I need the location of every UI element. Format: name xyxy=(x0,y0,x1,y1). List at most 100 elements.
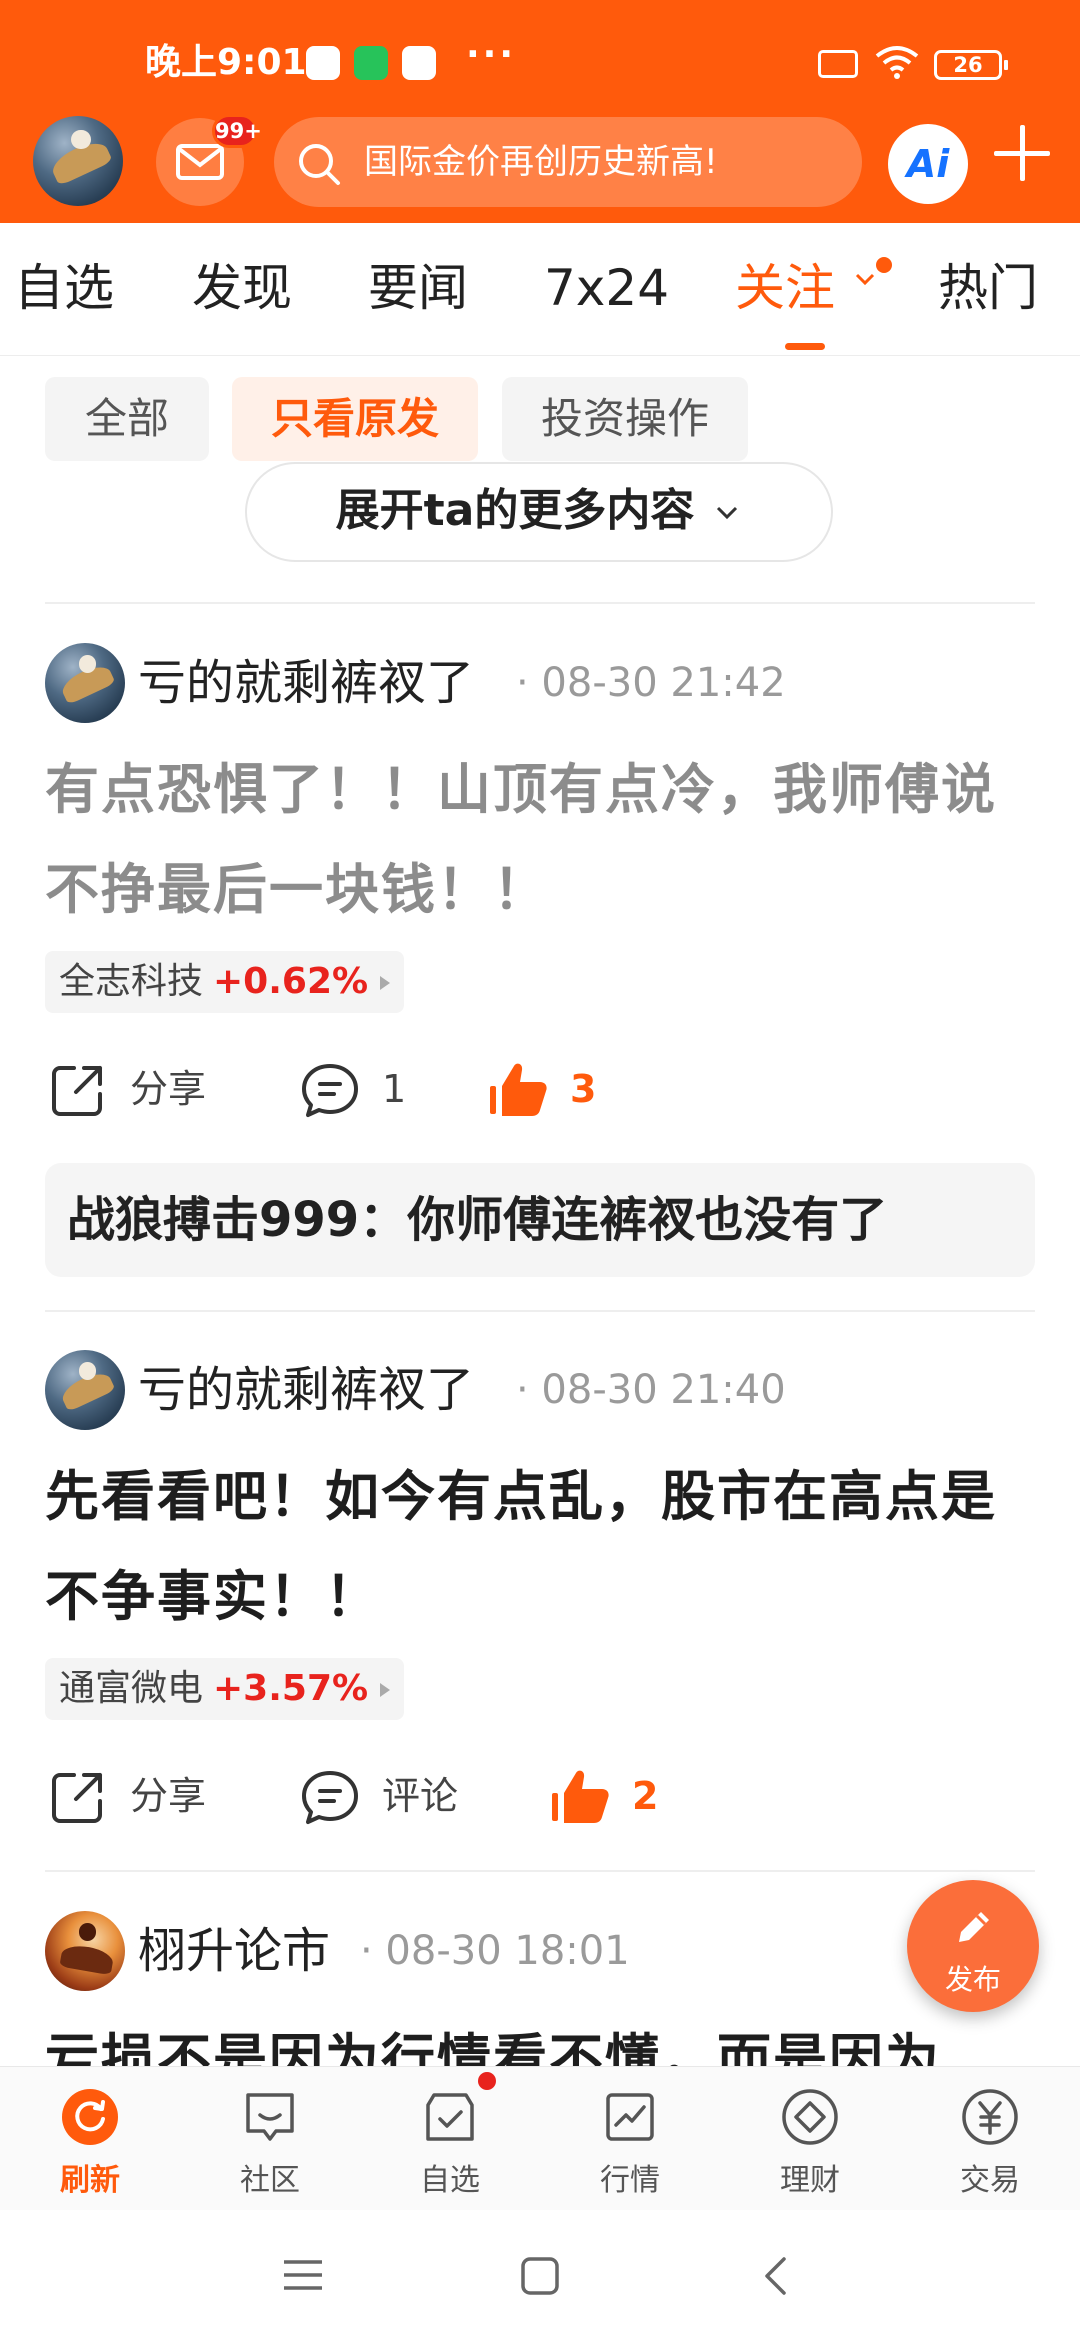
menu-icon[interactable] xyxy=(282,2258,324,2292)
author-avatar[interactable] xyxy=(45,643,125,723)
nav-label: 理财 xyxy=(780,2163,840,2198)
watchlist-notification-dot xyxy=(478,2072,496,2090)
divider xyxy=(45,602,1035,604)
post-text[interactable]: 有点恐惧了！！山顶有点冷，我师傅说不挣最后一块钱！！ xyxy=(45,740,1035,940)
nav-trade[interactable]: 交易 xyxy=(900,2067,1080,2211)
tab-notification-dot xyxy=(876,257,892,273)
thumbs-up-icon xyxy=(490,1063,547,1116)
comment-icon xyxy=(302,1064,358,1117)
pencil-icon xyxy=(959,1912,989,1942)
share-icon xyxy=(52,1066,102,1116)
share-button[interactable]: 分享 xyxy=(48,1761,218,1831)
top-reply[interactable]: 战狼搏击999：你师傅连裤衩也没有了 xyxy=(45,1163,1035,1277)
filter-all[interactable]: 全部 xyxy=(45,377,209,461)
community-icon xyxy=(246,2093,294,2141)
nav-market[interactable]: 行情 xyxy=(540,2067,720,2211)
post-time: · 08-30 21:40 xyxy=(516,1367,786,1413)
nav-watchlist[interactable]: 自选 xyxy=(360,2067,540,2211)
comment-button[interactable]: 1 xyxy=(300,1054,410,1124)
filter-investment-ops[interactable]: 投资操作 xyxy=(502,377,748,461)
nav-label: 交易 xyxy=(960,2163,1020,2198)
nav-label: 社区 xyxy=(240,2163,300,2198)
battery-icon: 26 xyxy=(934,50,1008,80)
author-avatar[interactable] xyxy=(45,1911,125,1991)
wechat-icon xyxy=(354,46,388,80)
post-author[interactable]: 栩升论市 xyxy=(138,1916,330,1986)
user-avatar[interactable] xyxy=(33,116,123,206)
search-bar[interactable]: 国际金价再创历史新高! xyxy=(274,117,862,207)
stock-name: 全志科技 xyxy=(59,961,204,1002)
channel-tabs: 自选 发现 要闻 7x24 关注 热门 xyxy=(0,223,1080,356)
tab-hot[interactable]: 热门 xyxy=(938,223,1038,356)
publish-button[interactable]: 发布 xyxy=(907,1880,1039,2012)
market-icon xyxy=(606,2093,654,2141)
post-text[interactable]: 先看看吧！如今有点乱，股市在高点是不争事实！！ xyxy=(45,1447,1035,1647)
share-label: 分享 xyxy=(130,1774,207,1818)
wealth-icon xyxy=(782,2089,838,2145)
comment-count: 1 xyxy=(382,1067,407,1111)
expand-more-label: 展开ta的更多内容 xyxy=(335,485,695,536)
nav-label: 自选 xyxy=(420,2163,480,2198)
search-icon xyxy=(299,144,340,185)
post-time: · 08-30 18:01 xyxy=(360,1928,630,1974)
system-nav-bar xyxy=(0,2210,1080,2340)
tab-following[interactable]: 关注 xyxy=(735,223,835,356)
wifi-icon xyxy=(875,46,919,79)
add-icon[interactable] xyxy=(994,125,1050,181)
filter-original-only[interactable]: 只看原发 xyxy=(232,377,478,461)
mail-unread-badge: 99+ xyxy=(212,114,262,148)
home-icon[interactable] xyxy=(520,2256,560,2296)
chevron-down-icon xyxy=(717,506,738,520)
video-app-icon xyxy=(402,46,436,80)
expand-more-button[interactable]: 展开ta的更多内容 xyxy=(245,462,833,562)
divider xyxy=(45,1870,1035,1872)
comment-icon xyxy=(302,1771,358,1824)
sim-icon xyxy=(818,50,858,78)
notification-app-icon xyxy=(306,46,340,80)
tab-discover[interactable]: 发现 xyxy=(192,223,292,356)
refresh-icon xyxy=(62,2089,118,2145)
top-header: 晚上9:01 ··· 26 99+ 国际金价再创历史新高! Ai xyxy=(0,0,1080,223)
stock-change: +3.57% xyxy=(213,1668,369,1709)
nav-refresh[interactable]: 刷新 xyxy=(0,2067,180,2211)
reply-user[interactable]: 战狼搏击999 xyxy=(67,1192,359,1248)
stock-change: +0.62% xyxy=(213,961,369,1002)
stock-tag[interactable]: 全志科技 +0.62% xyxy=(45,951,405,1013)
post-author[interactable]: 亏的就剩裤衩了 xyxy=(138,1355,474,1425)
share-button[interactable]: 分享 xyxy=(48,1054,218,1124)
divider xyxy=(45,1310,1035,1312)
like-button[interactable]: 3 xyxy=(488,1054,598,1124)
watchlist-icon xyxy=(426,2093,474,2141)
like-count: 2 xyxy=(632,1774,659,1818)
share-label: 分享 xyxy=(130,1067,207,1111)
yen-icon xyxy=(962,2089,1018,2145)
ai-button[interactable]: Ai xyxy=(888,124,968,204)
back-icon[interactable] xyxy=(762,2256,788,2296)
stock-tag[interactable]: 通富微电 +3.57% xyxy=(45,1658,405,1720)
search-placeholder: 国际金价再创历史新高! xyxy=(364,142,718,182)
comment-button[interactable]: 评论 xyxy=(300,1761,470,1831)
arrow-right-icon xyxy=(380,1683,391,1697)
status-time: 晚上9:01 xyxy=(145,42,307,83)
share-icon xyxy=(52,1773,102,1823)
nav-community[interactable]: 社区 xyxy=(180,2067,360,2211)
more-notifications-icon: ··· xyxy=(466,34,517,75)
reply-text: ：你师傅连裤衩也没有了 xyxy=(359,1192,888,1248)
nav-label: 刷新 xyxy=(60,2163,120,2198)
chevron-down-icon xyxy=(855,273,875,286)
bottom-nav: 刷新 社区 自选 行情 理财 交易 xyxy=(0,2066,1080,2210)
like-button[interactable]: 2 xyxy=(550,1761,660,1831)
thumbs-up-icon xyxy=(552,1770,609,1823)
publish-label: 发布 xyxy=(944,1963,1001,1996)
arrow-right-icon xyxy=(380,976,391,990)
nav-label: 行情 xyxy=(600,2163,660,2198)
tab-news[interactable]: 要闻 xyxy=(368,223,468,356)
comment-label: 评论 xyxy=(382,1774,459,1818)
post-time: · 08-30 21:42 xyxy=(516,660,786,706)
nav-wealth[interactable]: 理财 xyxy=(720,2067,900,2211)
stock-name: 通富微电 xyxy=(59,1668,204,1709)
tab-7x24[interactable]: 7x24 xyxy=(544,223,669,356)
tab-watchlist[interactable]: 自选 xyxy=(14,223,114,356)
post-author[interactable]: 亏的就剩裤衩了 xyxy=(138,648,474,718)
author-avatar[interactable] xyxy=(45,1350,125,1430)
